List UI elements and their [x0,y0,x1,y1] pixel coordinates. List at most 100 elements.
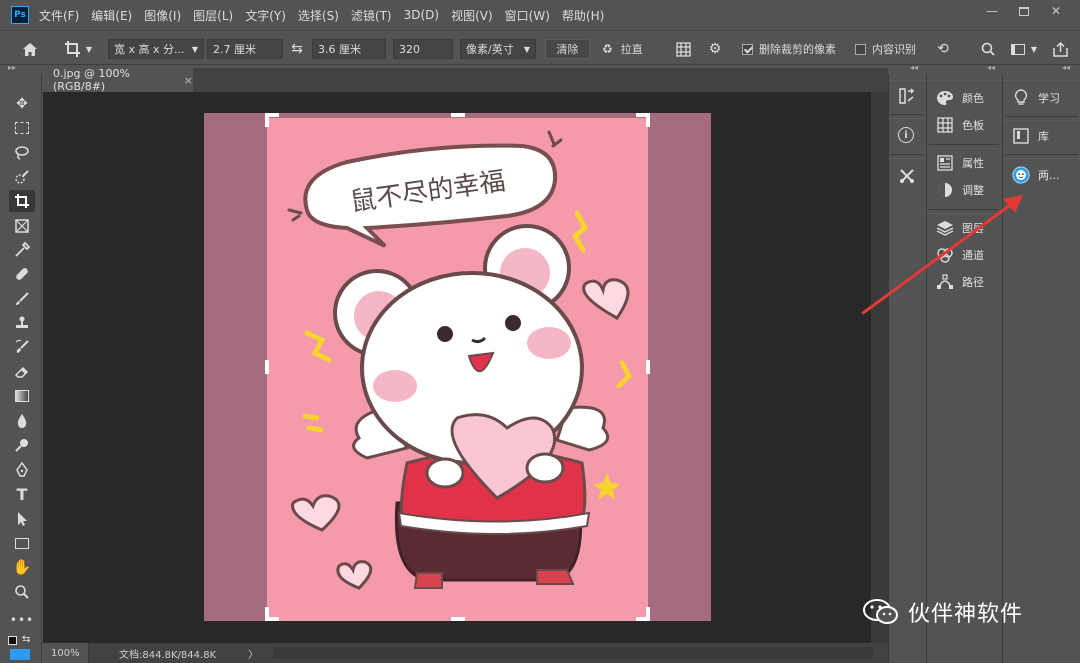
crop-handle-bottom-right[interactable] [646,607,650,621]
hand-tool-icon[interactable]: ✋ [9,556,35,578]
menu-window[interactable]: 窗口(W) [505,7,550,24]
crop-handle-right[interactable] [646,360,650,374]
history-brush-tool-icon[interactable] [9,336,35,358]
chevron-down-icon: ▼ [191,44,198,54]
collapse-panel-icon[interactable]: ◂◂ [910,63,918,72]
vertical-scrollbar[interactable] [871,92,888,643]
menu-select[interactable]: 选择(S) [298,7,339,24]
default-colors-icon[interactable] [8,636,17,645]
canvas-area[interactable]: 鼠不尽的幸福 [43,92,871,643]
content-aware-checkbox[interactable]: 内容识别 [855,39,921,59]
menu-type[interactable]: 文字(Y) [245,7,286,24]
panel-dock-main: 颜色 色板 属性 调整 图层 通道 路径 [926,74,1001,663]
panel-libraries[interactable]: 库 [1012,127,1049,145]
zoom-tool-icon[interactable] [9,581,35,603]
menu-3d[interactable]: 3D(D) [404,8,439,22]
dodge-tool-icon[interactable] [9,434,35,456]
resolution-input[interactable]: 320 [393,39,453,59]
horizontal-scrollbar[interactable] [273,647,873,659]
menu-layer[interactable]: 图层(L) [193,7,233,24]
lasso-tool-icon[interactable] [9,142,35,164]
crop-handle-bottom[interactable] [451,617,465,621]
history-panel-icon[interactable] [898,87,916,105]
foreground-color-swatch[interactable] [10,649,30,660]
status-menu-arrow-icon[interactable]: 〉 [248,646,258,661]
gradient-tool-icon[interactable] [9,385,35,407]
healing-brush-tool-icon[interactable] [9,263,35,285]
width-input[interactable]: 2.7 厘米 [207,39,283,59]
menu-file[interactable]: 文件(F) [39,7,79,24]
crop-handle-top-left[interactable] [265,113,269,127]
frame-tool-icon[interactable] [9,215,35,237]
delete-cropped-pixels-checkbox[interactable]: 删除裁剪的像素 [742,39,846,59]
blur-tool-icon[interactable] [9,410,35,432]
crop-handle-bottom-left[interactable] [265,607,269,621]
more-tools-icon[interactable]: ••• [9,609,35,631]
document-tab[interactable]: 0.jpg @ 100%(RGB/8#) × [43,67,193,93]
menu-filter[interactable]: 滤镜(T) [351,7,392,24]
home-icon[interactable] [18,39,42,59]
straighten-button[interactable]: ♻ 拉直 [602,39,662,59]
straighten-label: 拉直 [620,43,643,56]
gear-icon[interactable]: ⚙ [704,39,726,59]
menu-view[interactable]: 视图(V) [451,7,493,24]
crop-area[interactable]: 鼠不尽的幸福 [267,118,648,621]
panel-plugin[interactable]: 两... [1012,166,1060,184]
eraser-tool-icon[interactable] [9,361,35,383]
panel-properties[interactable]: 属性 [936,154,984,172]
crop-tool-preset-icon[interactable]: ▼ [58,39,98,59]
content-aware-label: 内容识别 [872,43,916,56]
menu-help[interactable]: 帮助(H) [562,7,604,24]
ratio-preset-dropdown[interactable]: 宽 x 高 x 分... ▼ [108,39,204,59]
tool-presets-icon[interactable] [898,167,916,185]
swap-icon[interactable]: ⇆ [286,39,308,59]
eyedropper-tool-icon[interactable] [9,239,35,261]
watermark-text: 伙伴神软件 [908,602,1024,627]
height-input[interactable]: 3.6 厘米 [312,39,386,59]
panel-grip [1003,80,1080,84]
marquee-tool-icon[interactable] [9,117,35,139]
pen-tool-icon[interactable] [9,459,35,481]
panel-learn-label: 学习 [1038,92,1060,105]
image-canvas[interactable]: 鼠不尽的幸福 [204,113,711,621]
type-tool-icon[interactable]: T [9,483,35,505]
brush-tool-icon[interactable] [9,288,35,310]
panel-learn[interactable]: 学习 [1012,89,1060,107]
search-icon[interactable] [978,39,998,59]
path-selection-tool-icon[interactable] [9,508,35,530]
panel-swatches[interactable]: 色板 [936,116,984,134]
workspace-switcher-icon[interactable]: ▼ [1005,39,1043,59]
crop-handle-top[interactable] [451,113,465,117]
clone-stamp-tool-icon[interactable] [9,312,35,334]
color-swatches[interactable]: ⇆ [8,634,36,660]
menu-edit[interactable]: 编辑(E) [91,7,132,24]
reset-icon[interactable]: ⟲ [932,39,954,59]
crop-handle-left[interactable] [265,360,269,374]
close-tab-icon[interactable]: × [184,74,193,87]
crop-handle-top-right[interactable] [646,113,650,127]
resolution-unit-dropdown[interactable]: 像素/英寸 ▼ [460,39,536,59]
collapse-panel-icon[interactable]: ◂◂ [987,63,995,72]
grid-overlay-icon[interactable] [672,39,694,59]
rectangle-tool-icon[interactable] [9,532,35,554]
panel-color[interactable]: 颜色 [936,89,984,107]
menu-image[interactable]: 图像(I) [144,7,181,24]
palette-icon [936,89,954,107]
zoom-level-field[interactable]: 100% [43,643,89,663]
quick-selection-tool-icon[interactable] [9,166,35,188]
info-panel-icon[interactable]: i [898,127,914,143]
share-icon[interactable] [1050,39,1070,59]
panel-divider [891,154,923,155]
swatches-grid-icon [936,116,954,134]
close-icon[interactable]: ✕ [1042,2,1070,20]
swap-colors-icon[interactable]: ⇆ [22,634,30,645]
maximize-icon[interactable] [1010,2,1038,20]
crop-tool-icon[interactable] [9,190,35,212]
panel-properties-label: 属性 [962,157,984,170]
minimize-icon[interactable]: — [978,2,1006,20]
expand-toolbar-icon[interactable]: ▸▸ [8,63,16,72]
clear-button[interactable]: 清除 [545,39,590,59]
document-tab-title: 0.jpg @ 100%(RGB/8#) [53,67,130,93]
collapse-panel-icon[interactable]: ◂◂ [1062,63,1070,72]
move-tool-icon[interactable]: ✥ [9,93,35,115]
